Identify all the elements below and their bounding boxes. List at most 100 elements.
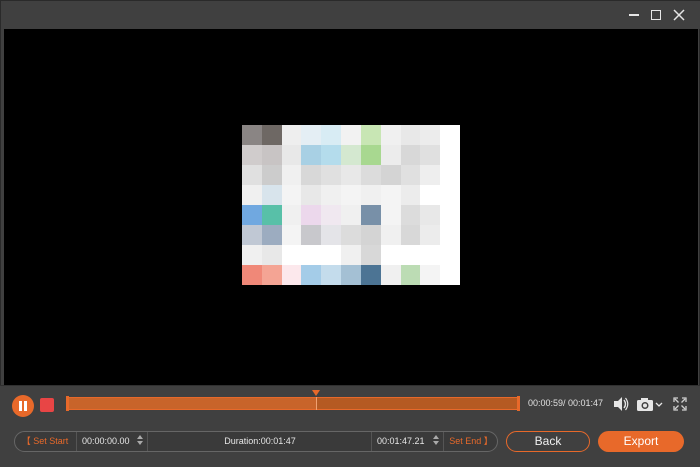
- volume-icon[interactable]: [612, 394, 630, 414]
- thumbnail-tile: [380, 165, 401, 185]
- thumbnail-tile: [301, 185, 322, 205]
- thumbnail-tile: [321, 185, 342, 205]
- thumbnail-tile: [440, 165, 460, 185]
- thumbnail-tile: [321, 205, 342, 225]
- thumbnail-tile: [360, 185, 381, 205]
- thumbnail-tile: [420, 125, 441, 145]
- thumbnail-tile: [420, 205, 441, 225]
- thumbnail-tile: [341, 185, 361, 205]
- thumbnail-tile: [321, 245, 342, 265]
- thumbnail-tile: [400, 145, 421, 165]
- set-end-button[interactable]: Set End 】: [446, 433, 496, 450]
- thumbnail-tile: [242, 185, 262, 205]
- thumbnail-tile: [321, 165, 342, 185]
- thumbnail-tile: [341, 125, 361, 145]
- thumbnail-tile: [380, 225, 401, 245]
- video-preview: [4, 29, 698, 386]
- thumbnail-tile: [281, 225, 302, 245]
- thumbnail-tile: [360, 205, 381, 225]
- thumbnail-tile: [360, 125, 381, 145]
- thumbnail-tile: [400, 225, 421, 245]
- camera-icon[interactable]: [636, 394, 664, 414]
- playback-controls: 00:00:59/ 00:01:47: [0, 385, 700, 467]
- video-thumbnail: [242, 125, 460, 285]
- playhead-marker[interactable]: [312, 390, 321, 396]
- thumbnail-tile: [341, 245, 361, 265]
- fullscreen-icon[interactable]: [672, 394, 688, 414]
- maximize-icon[interactable]: [647, 7, 665, 23]
- thumbnail-tile: [400, 245, 421, 265]
- thumbnail-tile: [420, 145, 441, 165]
- thumbnail-tile: [321, 265, 342, 285]
- thumbnail-tile: [400, 165, 421, 185]
- thumbnail-tile: [321, 225, 342, 245]
- thumbnail-tile: [281, 205, 302, 225]
- thumbnail-tile: [261, 185, 282, 205]
- thumbnail-tile: [341, 165, 361, 185]
- end-time-stepper[interactable]: [432, 434, 440, 449]
- thumbnail-tile: [420, 185, 441, 205]
- thumbnail-tile: [440, 245, 460, 265]
- end-time-value: 00:01:47.21: [377, 436, 425, 446]
- end-time-field[interactable]: 00:01:47.21: [371, 432, 444, 451]
- close-icon[interactable]: [670, 7, 688, 23]
- thumbnail-tile: [301, 145, 322, 165]
- thumbnail-tile: [420, 165, 441, 185]
- start-time-field[interactable]: 00:00:00.00: [76, 432, 148, 451]
- thumbnail-tile: [380, 145, 401, 165]
- trim-end-handle[interactable]: [517, 396, 520, 411]
- thumbnail-tile: [420, 245, 441, 265]
- thumbnail-tile: [242, 165, 262, 185]
- thumbnail-tile: [242, 265, 262, 285]
- thumbnail-tile: [380, 265, 401, 285]
- thumbnail-tile: [281, 145, 302, 165]
- timeline-track[interactable]: [66, 396, 520, 411]
- thumbnail-tile: [301, 265, 322, 285]
- thumbnail-tile: [440, 145, 460, 165]
- pause-icon[interactable]: [12, 395, 34, 417]
- thumbnail-tile: [420, 225, 441, 245]
- thumbnail-tile: [281, 125, 302, 145]
- start-time-value: 00:00:00.00: [82, 436, 130, 446]
- thumbnail-tile: [420, 265, 441, 285]
- stop-icon[interactable]: [40, 398, 54, 412]
- thumbnail-tile: [380, 205, 401, 225]
- thumbnail-tile: [261, 245, 282, 265]
- start-time-stepper[interactable]: [136, 434, 144, 449]
- thumbnail-tile: [242, 225, 262, 245]
- thumbnail-tile: [360, 245, 381, 265]
- title-bar: [1, 1, 700, 29]
- thumbnail-tile: [380, 125, 401, 145]
- export-button[interactable]: Export: [598, 431, 684, 452]
- thumbnail-tile: [281, 165, 302, 185]
- thumbnail-tile: [281, 185, 302, 205]
- set-start-button[interactable]: 【 Set Start: [16, 433, 74, 450]
- thumbnail-tile: [440, 265, 460, 285]
- thumbnail-tile: [360, 165, 381, 185]
- thumbnail-tile: [281, 265, 302, 285]
- thumbnail-tile: [440, 185, 460, 205]
- thumbnail-tile: [301, 125, 322, 145]
- trim-start-handle[interactable]: [66, 396, 69, 411]
- thumbnail-tile: [261, 145, 282, 165]
- time-readout: 00:00:59/ 00:01:47: [528, 398, 604, 408]
- thumbnail-tile: [341, 145, 361, 165]
- thumbnail-tile: [400, 125, 421, 145]
- thumbnail-tile: [301, 205, 322, 225]
- minimize-icon[interactable]: [625, 7, 643, 23]
- thumbnail-tile: [341, 265, 361, 285]
- thumbnail-tile: [400, 205, 421, 225]
- timeline-progress: [68, 398, 316, 409]
- thumbnail-tile: [341, 205, 361, 225]
- thumbnail-tile: [261, 125, 282, 145]
- thumbnail-tile: [301, 225, 322, 245]
- thumbnail-tile: [341, 225, 361, 245]
- thumbnail-tile: [321, 125, 342, 145]
- playhead-line: [315, 397, 317, 410]
- thumbnail-tile: [380, 245, 401, 265]
- thumbnail-tile: [242, 145, 262, 165]
- thumbnail-tile: [261, 205, 282, 225]
- thumbnail-tile: [242, 125, 262, 145]
- thumbnail-tile: [321, 145, 342, 165]
- back-button[interactable]: Back: [506, 431, 590, 452]
